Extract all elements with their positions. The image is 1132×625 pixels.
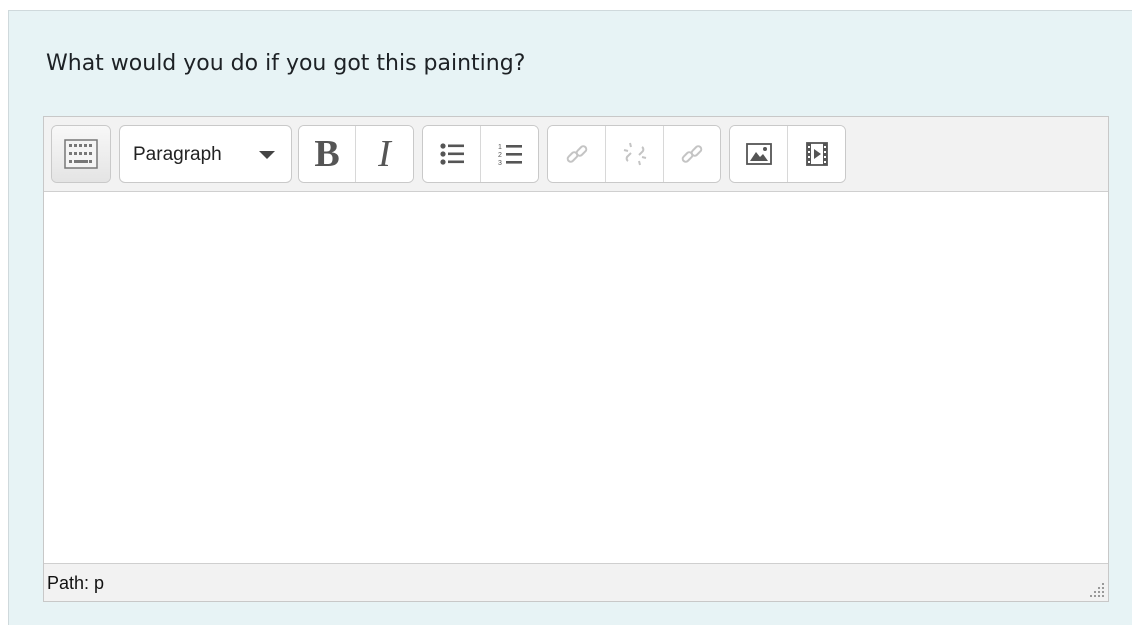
numbered-list-icon: 1 2 3 <box>498 144 522 166</box>
toolbar-toggle-button[interactable] <box>52 126 110 182</box>
editor-content-area[interactable] <box>44 192 1108 565</box>
unlink-button[interactable] <box>606 126 664 182</box>
list-group: 1 2 3 <box>422 125 539 183</box>
image-icon <box>745 143 772 165</box>
toolbar-toggle-group <box>51 125 111 183</box>
italic-button[interactable]: I <box>356 126 413 182</box>
bold-button[interactable]: B <box>299 126 356 182</box>
editor-toolbar: Paragraph B I 1 2 3 <box>44 117 1108 192</box>
link-group <box>547 125 721 183</box>
editor-statusbar: Path: p <box>44 563 1108 601</box>
insert-image-button[interactable] <box>730 126 788 182</box>
svg-text:2: 2 <box>498 152 502 159</box>
insert-media-button[interactable] <box>788 126 845 182</box>
block-format-value: Paragraph <box>133 144 222 165</box>
rich-text-editor: Paragraph B I 1 2 3 Path: p <box>43 116 1109 602</box>
toolbar-toggle-icon <box>64 139 98 169</box>
svg-text:1: 1 <box>498 144 502 151</box>
dropdown-caret-icon <box>259 151 275 159</box>
anchor-button[interactable] <box>664 126 720 182</box>
resize-handle-icon[interactable] <box>1086 579 1106 599</box>
element-path[interactable]: Path: p <box>47 573 104 594</box>
unlink-icon <box>623 142 646 166</box>
numbered-list-button[interactable]: 1 2 3 <box>481 126 538 182</box>
anchor-icon <box>681 145 703 163</box>
link-button[interactable] <box>548 126 606 182</box>
media-icon <box>805 142 828 166</box>
bullet-list-button[interactable] <box>423 126 481 182</box>
media-group <box>729 125 846 183</box>
question-text: What would you do if you got this painti… <box>46 51 526 76</box>
svg-text:3: 3 <box>498 160 502 166</box>
bold-icon: B <box>314 133 340 175</box>
text-style-group: B I <box>298 125 414 183</box>
bullet-list-icon <box>439 143 464 165</box>
block-format-select[interactable]: Paragraph <box>119 125 292 183</box>
link-icon <box>566 145 587 163</box>
italic-icon: I <box>378 133 391 175</box>
